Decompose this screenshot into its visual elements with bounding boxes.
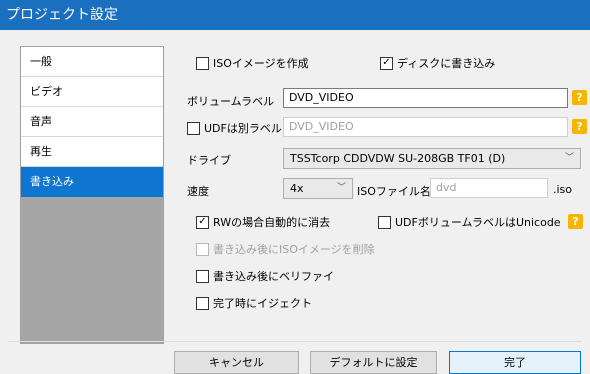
help-icon[interactable]: ? xyxy=(572,119,587,134)
udf-label-input[interactable]: DVD_VIDEO xyxy=(283,117,568,137)
create-iso-checkbox[interactable]: ISOイメージを作成 xyxy=(196,55,309,71)
window-title: プロジェクト設定 xyxy=(0,0,590,30)
speed-value: 4x xyxy=(290,182,304,195)
checkbox-box[interactable] xyxy=(187,121,200,135)
sidebar-item-label: ビデオ xyxy=(30,85,63,98)
rw-erase-checkbox[interactable]: ✓ RWの場合自動的に消去 xyxy=(196,214,330,230)
drive-caption: ドライブ xyxy=(187,154,231,167)
write-disc-label: ディスクに書き込み xyxy=(397,57,496,70)
sidebar-item-burn[interactable]: 書き込み xyxy=(21,167,163,197)
udf-unicode-checkbox[interactable]: UDFボリュームラベルはUnicode xyxy=(378,214,561,230)
speed-caption: 速度 xyxy=(187,185,209,198)
delete-iso-checkbox[interactable]: 書き込み後にISOイメージを削除 xyxy=(196,241,375,257)
checkbox-box[interactable] xyxy=(378,215,391,229)
speed-select[interactable]: 4x ﹀ xyxy=(283,178,353,199)
write-disc-checkbox[interactable]: ✓ ディスクに書き込み xyxy=(380,55,495,71)
volume-label-caption: ボリュームラベル xyxy=(187,95,275,108)
sidebar: 一般 ビデオ 音声 再生 書き込み xyxy=(20,46,164,344)
iso-filename-input[interactable]: dvd xyxy=(430,178,548,198)
eject-checkbox[interactable]: 完了時にイジェクト xyxy=(196,295,312,311)
create-iso-label: ISOイメージを作成 xyxy=(213,57,309,70)
help-icon[interactable]: ? xyxy=(568,214,583,229)
verify-checkbox[interactable]: 書き込み後にベリファイ xyxy=(196,268,334,284)
checkbox-box[interactable]: ✓ xyxy=(196,215,209,229)
done-button[interactable]: 完了 xyxy=(449,351,581,374)
sidebar-item-video[interactable]: ビデオ xyxy=(21,77,163,107)
checkbox-box[interactable] xyxy=(196,242,209,256)
dialog-body: 一般 ビデオ 音声 再生 書き込み ISOイメージを作成 ✓ ディスクに書き込み… xyxy=(0,30,590,374)
eject-label: 完了時にイジェクト xyxy=(213,297,312,310)
set-default-button[interactable]: デフォルトに設定 xyxy=(310,351,437,374)
sidebar-item-playback[interactable]: 再生 xyxy=(21,137,163,167)
sidebar-item-general[interactable]: 一般 xyxy=(21,47,163,77)
sidebar-item-label: 音声 xyxy=(30,115,52,128)
iso-extension: .iso xyxy=(553,183,573,196)
volume-label-input[interactable]: DVD_VIDEO xyxy=(283,88,568,108)
sidebar-item-label: 一般 xyxy=(30,55,52,68)
drive-select[interactable]: TSSTcorp CDDVDW SU-208GB TF01 (D) ﹀ xyxy=(283,148,581,169)
cancel-button[interactable]: キャンセル xyxy=(174,351,299,374)
chevron-down-icon: ﹀ xyxy=(564,153,574,163)
divider xyxy=(8,341,582,342)
sidebar-item-audio[interactable]: 音声 xyxy=(21,107,163,137)
checkbox-box[interactable]: ✓ xyxy=(380,56,393,70)
drive-value: TSSTcorp CDDVDW SU-208GB TF01 (D) xyxy=(290,152,506,165)
udf-label-caption: UDFは別ラベル xyxy=(204,122,282,135)
udf-unicode-label: UDFボリュームラベルはUnicode xyxy=(395,216,561,229)
help-icon[interactable]: ? xyxy=(572,90,587,105)
sidebar-item-label: 再生 xyxy=(30,145,52,158)
checkbox-box[interactable] xyxy=(196,296,209,310)
sidebar-item-label: 書き込み xyxy=(30,175,74,188)
checkbox-box[interactable] xyxy=(196,56,209,70)
delete-iso-label: 書き込み後にISOイメージを削除 xyxy=(213,243,375,256)
checkbox-box[interactable] xyxy=(196,269,209,283)
rw-erase-label: RWの場合自動的に消去 xyxy=(213,216,331,229)
verify-label: 書き込み後にベリファイ xyxy=(213,270,334,283)
udf-label-checkbox[interactable]: UDFは別ラベル xyxy=(187,120,282,136)
chevron-down-icon: ﹀ xyxy=(336,183,346,193)
iso-filename-caption: ISOファイル名 xyxy=(357,185,431,198)
